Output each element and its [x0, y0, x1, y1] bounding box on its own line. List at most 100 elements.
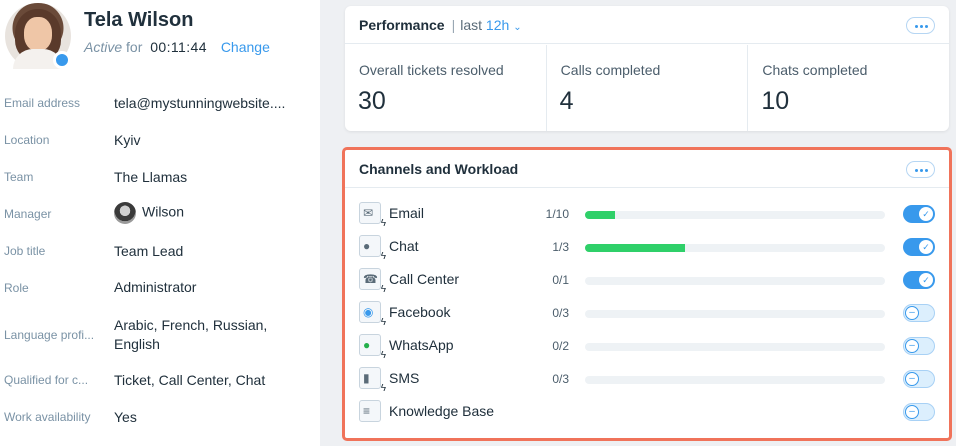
- manager-name[interactable]: Wilson: [142, 204, 184, 220]
- metric-tickets-resolved: Overall tickets resolved 30: [345, 45, 546, 131]
- field-value: Kyiv: [114, 132, 141, 148]
- performance-title-text: Performance: [359, 17, 445, 33]
- dot: [925, 25, 928, 28]
- channel-row-sms: ▮ ϟ SMS 0/3–: [345, 363, 949, 396]
- field-value: Wilson: [114, 202, 312, 224]
- workload-bar: [585, 310, 885, 318]
- lightning-icon: ϟ: [380, 284, 386, 295]
- channel-name: Chat: [389, 238, 419, 254]
- channels-workload-card: Channels and Workload ✉ ϟ Email 1/10 ✓ ● ϟ Chat…: [342, 147, 952, 441]
- workload-bar: [585, 211, 885, 219]
- workload-bar-fill: [585, 244, 685, 252]
- minus-icon: –: [905, 306, 919, 320]
- channel-toggle[interactable]: –: [903, 403, 935, 421]
- field-label: Team: [4, 170, 34, 184]
- check-icon: ✓: [919, 273, 933, 287]
- channel-name: Call Center: [389, 271, 460, 287]
- field-label: Qualified for c...: [4, 373, 89, 387]
- status-dot: [53, 51, 71, 69]
- channel-toggle[interactable]: –: [903, 337, 935, 355]
- channel-count: 1/10: [545, 207, 569, 221]
- field-value: Ticket, Call Center, Chat: [114, 372, 266, 388]
- channel-row-whatsapp: ● ϟ WhatsApp 0/2–: [345, 330, 949, 363]
- workload-bar: [585, 343, 885, 351]
- title-separator: |: [451, 17, 456, 33]
- agent-profile-panel: Tela Wilson Active for 00:11:44 Change E…: [0, 0, 320, 446]
- chat-icon: ● ϟ: [359, 235, 386, 262]
- performance-title: Performance | last 12h ⌄: [359, 17, 522, 33]
- channel-name: Facebook: [389, 304, 451, 320]
- lightning-icon: ϟ: [380, 251, 386, 262]
- status-label: Active: [84, 39, 123, 55]
- channel-row-chat: ● ϟ Chat 1/3 ✓: [345, 231, 949, 264]
- field-label: Language profi...: [4, 328, 95, 342]
- channel-toggle[interactable]: –: [903, 370, 935, 388]
- workload-bar: [585, 277, 885, 285]
- metric-chats-completed: Chats completed 10: [747, 45, 949, 131]
- field-value: Yes: [114, 409, 137, 425]
- field-label: Work availability: [4, 410, 91, 424]
- range-dropdown[interactable]: last 12h ⌄: [460, 17, 521, 33]
- check-icon: ✓: [919, 240, 933, 254]
- minus-icon: –: [905, 339, 919, 353]
- icon-glyph: ☎: [363, 272, 378, 286]
- lightning-icon: ϟ: [380, 317, 386, 328]
- metric-value: 30: [358, 87, 386, 115]
- workload-bar-fill: [585, 211, 615, 219]
- channel-toggle[interactable]: ✓: [903, 271, 935, 289]
- phone-icon: ☎ ϟ: [359, 268, 386, 295]
- icon-glyph: ●: [363, 338, 371, 352]
- channel-row-call-center: ☎ ϟ Call Center 0/1 ✓: [345, 264, 949, 297]
- dot: [925, 169, 928, 172]
- change-status-link[interactable]: Change: [221, 39, 270, 55]
- messenger-icon: ◉ ϟ: [359, 301, 386, 328]
- status-for: for: [126, 39, 143, 55]
- performance-more-button[interactable]: [906, 17, 935, 34]
- channel-name: Email: [389, 205, 425, 221]
- minus-icon: –: [905, 372, 919, 386]
- channel-toggle[interactable]: ✓: [903, 205, 935, 223]
- dot: [915, 25, 918, 28]
- field-value: Team Lead: [114, 243, 184, 259]
- dot: [915, 169, 918, 172]
- email-icon: ✉ ϟ: [359, 202, 386, 229]
- agent-name: Tela Wilson: [84, 9, 194, 31]
- range-value: 12h: [485, 17, 510, 33]
- icon-glyph: ▮: [363, 371, 370, 385]
- range-prefix: last: [460, 17, 483, 33]
- lightning-icon: ϟ: [380, 350, 386, 361]
- channel-name: WhatsApp: [389, 337, 454, 353]
- metric-label: Overall tickets resolved: [359, 62, 504, 78]
- icon-glyph: ≡: [363, 404, 371, 418]
- performance-card: Performance | last 12h ⌄ Overall tickets re…: [345, 6, 949, 131]
- check-icon: ✓: [919, 207, 933, 221]
- field-value: tela@mystunningwebsite....: [114, 95, 286, 111]
- active-status: Active for 00:11:44 Change: [84, 39, 270, 55]
- channel-row-facebook: ◉ ϟ Facebook 0/3–: [345, 297, 949, 330]
- channel-row-email: ✉ ϟ Email 1/10 ✓: [345, 198, 949, 231]
- lightning-icon: ϟ: [380, 218, 386, 229]
- performance-metrics: Overall tickets resolved 30 Calls comple…: [345, 45, 949, 131]
- field-value: Administrator: [114, 279, 197, 295]
- channel-toggle[interactable]: –: [903, 304, 935, 322]
- metric-value: 4: [559, 87, 574, 115]
- manager-avatar: [114, 202, 136, 224]
- whatsapp-icon: ● ϟ: [359, 334, 386, 361]
- field-label: Email address: [4, 96, 81, 110]
- active-timer: 00:11:44: [150, 39, 207, 55]
- performance-header: Performance | last 12h ⌄: [345, 6, 949, 44]
- dot: [920, 169, 923, 172]
- field-label: Job title: [4, 244, 46, 258]
- channel-count: 0/1: [552, 273, 569, 287]
- chevron-down-icon: ⌄: [513, 22, 522, 33]
- channel-count: 0/2: [552, 339, 569, 353]
- icon-glyph: ✉: [363, 206, 374, 220]
- field-value: Arabic, French, Russian, English: [114, 317, 268, 352]
- metric-calls-completed: Calls completed 4: [545, 45, 748, 131]
- sms-icon: ▮ ϟ: [359, 367, 386, 394]
- channels-more-button[interactable]: [906, 161, 935, 178]
- channel-toggle[interactable]: ✓: [903, 238, 935, 256]
- field-label: Manager: [4, 207, 52, 221]
- channel-name: Knowledge Base: [389, 403, 495, 419]
- field-label: Location: [4, 133, 50, 147]
